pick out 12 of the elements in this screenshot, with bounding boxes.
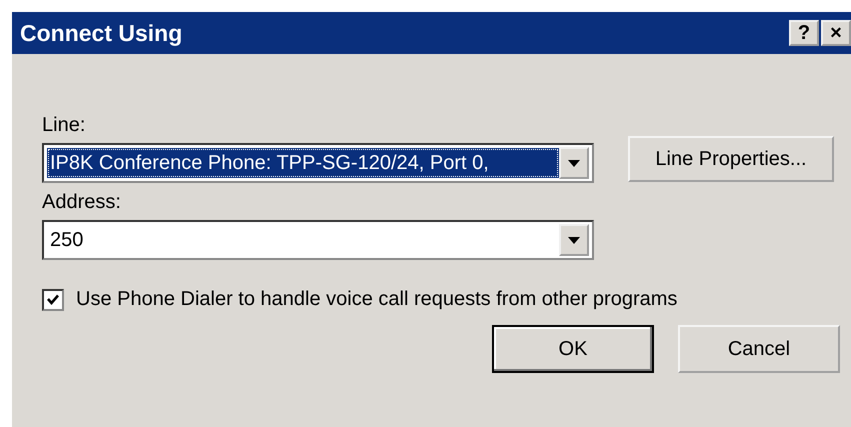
ok-button[interactable]: OK xyxy=(492,325,654,373)
address-dropdown[interactable]: 250 xyxy=(42,220,594,260)
cancel-button[interactable]: Cancel xyxy=(678,325,840,373)
field-label: Address: xyxy=(42,191,121,214)
checkbox[interactable] xyxy=(42,288,64,310)
line-dropdown[interactable]: IP8K Conference Phone: TPP-SG-120/24, Port 0, xyxy=(42,143,594,183)
help-button[interactable]: ? xyxy=(789,20,819,46)
field-label: Line: xyxy=(42,114,86,137)
close-button[interactable]: × xyxy=(821,20,851,46)
line-properties-button[interactable]: Line Properties... xyxy=(628,136,834,182)
checkbox-label[interactable]: Use Phone Dialer to handle voice call requests from other programs xyxy=(76,288,678,311)
window-title: Connect Using xyxy=(20,20,182,46)
